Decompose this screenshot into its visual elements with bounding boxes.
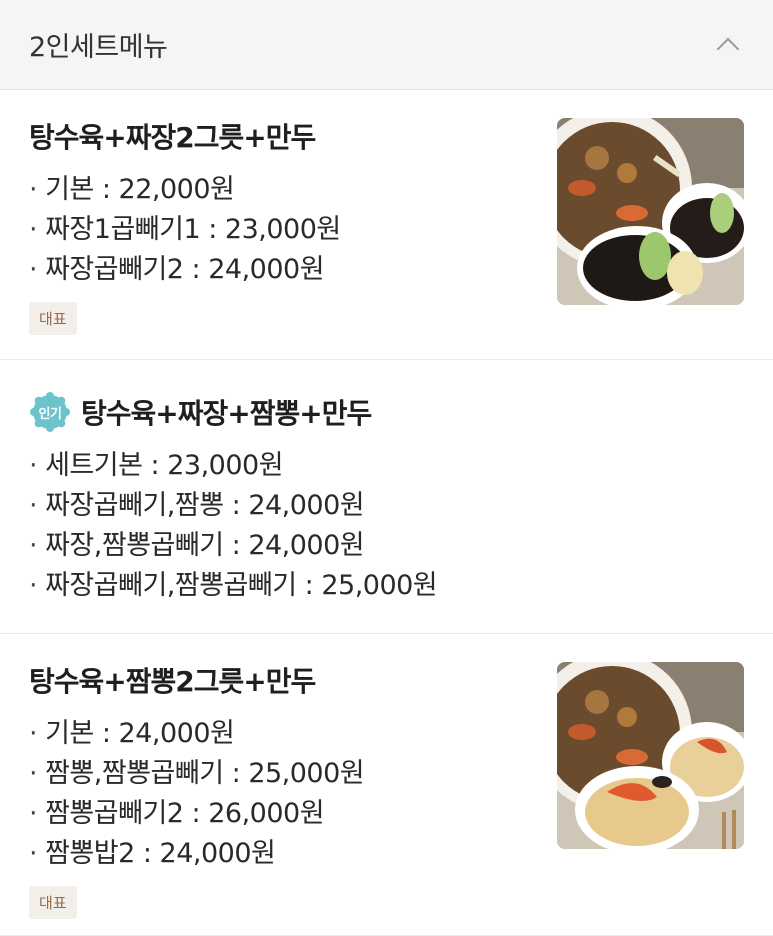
- bullet-icon: ·: [29, 718, 38, 749]
- price-text: 짬뽕밥2 : 24,000원: [45, 838, 276, 869]
- price-text: 짜장1곱빼기1 : 23,000원: [45, 214, 341, 245]
- price-list: · 세트기본 : 23,000원 · 짜장곱빼기,짬뽕 : 24,000원 · 짜장,…: [29, 446, 773, 606]
- bullet-icon: ·: [29, 450, 38, 481]
- price-text: 짜장곱빼기,짬뽕곱빼기 : 25,000원: [45, 570, 438, 601]
- price-text: 기본 : 24,000원: [45, 718, 235, 749]
- menu-item-title: 탕수육+짜장+짬뽕+만두: [81, 397, 372, 430]
- price-row: · 짜장곱빼기,짬뽕 : 24,000원: [29, 486, 773, 526]
- menu-item-title-row: 인기 탕수육+짜장+짬뽕+만두: [29, 391, 773, 433]
- price-text: 짜장곱빼기2 : 24,000원: [45, 254, 325, 285]
- menu-item[interactable]: 인기 탕수육+짜장+짬뽕+만두 · 세트기본 : 23,000원 · 짜장곱빼기,짬…: [0, 360, 773, 634]
- menu-item[interactable]: 탕수육+짬뽕2그릇+만두 · 기본 : 24,000원 · 짬뽕,짬뽕곱빼기 : 2…: [0, 634, 773, 936]
- price-text: 짜장,짬뽕곱빼기 : 24,000원: [45, 530, 365, 561]
- price-row: · 세트기본 : 23,000원: [29, 446, 773, 486]
- bullet-icon: ·: [29, 838, 38, 869]
- price-row: · 짜장,짬뽕곱빼기 : 24,000원: [29, 526, 773, 566]
- price-text: 짬뽕곱빼기2 : 26,000원: [45, 798, 325, 829]
- price-text: 세트기본 : 23,000원: [45, 450, 284, 481]
- bullet-icon: ·: [29, 214, 38, 245]
- section-title: 2인세트메뉴: [29, 32, 168, 63]
- food-photo-illustration: [557, 662, 744, 849]
- menu-photo[interactable]: [557, 662, 744, 849]
- menu-item[interactable]: 탕수육+짜장2그릇+만두 · 기본 : 22,000원 · 짜장1곱빼기1 : 23…: [0, 90, 773, 360]
- price-text: 짜장곱빼기,짬뽕 : 24,000원: [45, 490, 365, 521]
- price-row: · 짜장곱빼기,짬뽕곱빼기 : 25,000원: [29, 566, 773, 606]
- price-text: 기본 : 22,000원: [45, 174, 235, 205]
- bullet-icon: ·: [29, 798, 38, 829]
- signature-badge: 대표: [29, 886, 77, 919]
- bullet-icon: ·: [29, 174, 38, 205]
- bullet-icon: ·: [29, 530, 38, 561]
- popular-badge-icon: 인기: [29, 391, 71, 433]
- bullet-icon: ·: [29, 758, 38, 789]
- price-text: 짬뽕,짬뽕곱빼기 : 25,000원: [45, 758, 365, 789]
- signature-badge: 대표: [29, 302, 77, 335]
- food-photo-illustration: [557, 118, 744, 305]
- menu-photo[interactable]: [557, 118, 744, 305]
- chevron-up-icon[interactable]: [713, 30, 743, 60]
- section-header[interactable]: 2인세트메뉴: [0, 0, 773, 90]
- popular-badge-label: 인기: [38, 406, 62, 422]
- bullet-icon: ·: [29, 254, 38, 285]
- bullet-icon: ·: [29, 490, 38, 521]
- bullet-icon: ·: [29, 570, 38, 601]
